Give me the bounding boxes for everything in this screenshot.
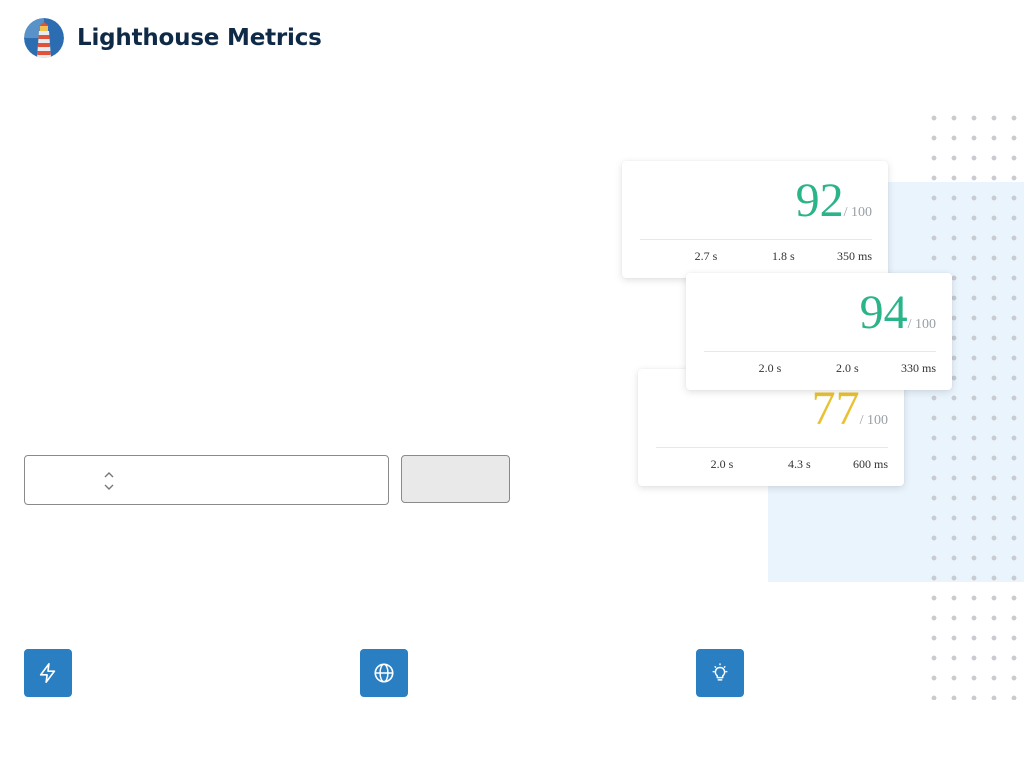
score-max: / 100	[907, 317, 936, 332]
metric-value: 350 ms	[836, 249, 872, 263]
chevron-up-down-icon	[103, 471, 115, 491]
globe-icon	[360, 649, 408, 697]
score-value: 92	[795, 174, 844, 227]
header-logo[interactable]: Lighthouse Metrics	[24, 18, 322, 58]
lightbulb-icon	[696, 649, 744, 697]
card-divider	[656, 447, 888, 448]
score-card: 94/ 100 2.0 s 2.0 s 330 ms	[686, 273, 952, 390]
card-divider	[704, 351, 936, 352]
lighthouse-icon	[24, 18, 64, 58]
metric-value: 1.8 s	[772, 249, 795, 263]
lightning-icon	[24, 649, 72, 697]
run-button[interactable]	[401, 455, 510, 503]
brand-title: Lighthouse Metrics	[77, 25, 322, 51]
score-card: 92/ 100 2.7 s 1.8 s 350 ms	[622, 161, 888, 278]
decorative-dot-grid	[924, 108, 1024, 700]
score-max: / 100	[843, 205, 872, 220]
metric-value: 2.0 s	[710, 457, 734, 471]
metric-value: 600 ms	[852, 457, 888, 471]
metric-value: 2.7 s	[694, 249, 718, 263]
card-divider	[640, 239, 872, 240]
metric-value: 2.0 s	[758, 361, 782, 375]
score-value: 94	[859, 286, 908, 339]
score-max: / 100	[859, 413, 888, 428]
device-select[interactable]	[24, 455, 389, 505]
metric-value: 2.0 s	[836, 361, 859, 375]
metric-value: 4.3 s	[788, 457, 811, 471]
metric-value: 330 ms	[900, 361, 936, 375]
